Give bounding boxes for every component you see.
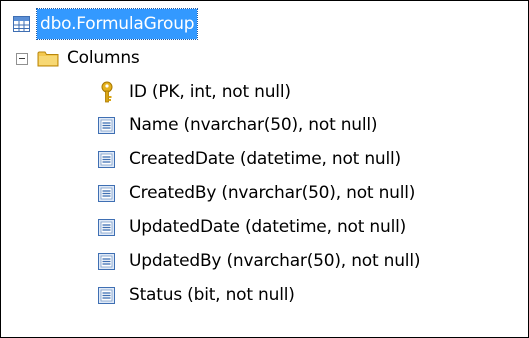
column-icon bbox=[98, 219, 115, 240]
column-label: CreatedDate (datetime, not null) bbox=[129, 149, 401, 169]
column-icon bbox=[98, 117, 115, 138]
column-icon bbox=[98, 185, 115, 206]
columns-folder-label: Columns bbox=[67, 48, 140, 68]
column-label: Name (nvarchar(50), not null) bbox=[129, 115, 378, 135]
column-node[interactable]: Name (nvarchar(50), not null) bbox=[1, 108, 528, 142]
collapse-toggle-icon[interactable] bbox=[16, 53, 28, 65]
column-label: CreatedBy (nvarchar(50), not null) bbox=[129, 183, 416, 203]
table-icon bbox=[13, 16, 30, 36]
tree-node-columns-folder[interactable]: Columns bbox=[1, 41, 528, 75]
column-icon bbox=[98, 287, 115, 308]
column-node[interactable]: ID (PK, int, not null) bbox=[1, 75, 528, 109]
column-node[interactable]: UpdatedBy (nvarchar(50), not null) bbox=[1, 244, 528, 278]
column-label: UpdatedDate (datetime, not null) bbox=[129, 217, 407, 237]
tree-node-table[interactable]: dbo.FormulaGroup bbox=[1, 7, 528, 41]
primary-key-icon bbox=[100, 81, 114, 107]
column-label: ID (PK, int, not null) bbox=[129, 82, 291, 102]
column-node[interactable]: Status (bit, not null) bbox=[1, 278, 528, 312]
column-icon bbox=[98, 151, 115, 172]
column-node[interactable]: UpdatedDate (datetime, not null) bbox=[1, 210, 528, 244]
object-explorer-tree: dbo.FormulaGroup Columns ID (PK, int, no… bbox=[0, 0, 529, 338]
column-icon bbox=[98, 253, 115, 274]
tree-node-table-label[interactable]: dbo.FormulaGroup bbox=[35, 8, 199, 40]
column-node[interactable]: CreatedDate (datetime, not null) bbox=[1, 142, 528, 176]
column-label: UpdatedBy (nvarchar(50), not null) bbox=[129, 251, 421, 271]
folder-icon bbox=[37, 50, 59, 71]
column-label: Status (bit, not null) bbox=[129, 285, 295, 305]
column-node[interactable]: CreatedBy (nvarchar(50), not null) bbox=[1, 176, 528, 210]
